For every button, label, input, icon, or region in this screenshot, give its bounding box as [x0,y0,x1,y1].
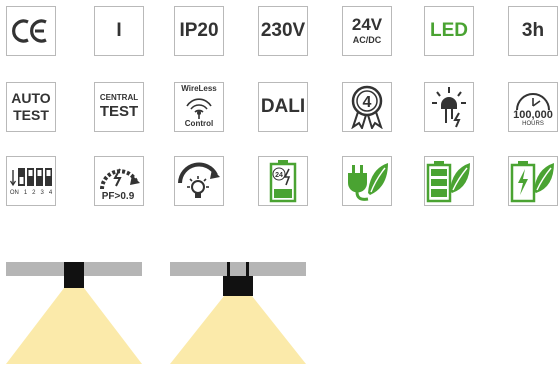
surface-mount-diagram [6,262,142,364]
duration-label: 3h [521,20,545,41]
ip-rating-label: IP20 [179,20,219,41]
eco-plug-icon [348,163,388,201]
pendant-mount-illustration [170,262,306,370]
dali-label: DALI [260,96,306,117]
auto-test-tile: AUTO TEST [6,82,56,132]
battery-backup-icon: 24 [269,160,297,203]
class-one-tile: I [94,6,144,56]
dip-switch-icon [9,168,52,187]
eco-plug-tile [342,156,392,206]
auto-test-top: AUTO [11,90,51,107]
dc-voltage-label: 24V [351,15,383,35]
dip-label-2: 2 [32,190,36,196]
pendant-mount-diagram [170,262,306,364]
motion-sensor-icon [432,87,466,128]
led-tile: LED [424,6,474,56]
dc-voltage-sub: AC/DC [352,35,382,46]
central-test-bottom: TEST [99,103,139,121]
dip-switch-labels: ON 1 2 3 4 [10,190,52,196]
dali-tile: DALI [258,82,308,132]
central-test-tile: CENTRAL TEST [94,82,144,132]
lifetime-hours-label: HOURS [522,120,544,127]
class-one-label: I [116,20,122,41]
voltage-label: 230V [260,20,306,41]
dip-label-on: ON [9,190,19,196]
dimming-bulb-icon [178,162,220,198]
wireless-control-tile: WireLess Control [174,82,224,132]
power-factor-icon: PF>0.9 [100,168,140,202]
clock-icon [516,92,550,110]
eco-battery-tile [424,156,474,206]
dimming-tile [174,156,224,206]
surface-mount-illustration [6,262,142,370]
eco-charge-icon [510,161,554,203]
central-test-top: CENTRAL [99,92,139,102]
duration-tile: 3h [508,6,558,56]
fixture-body [64,262,84,288]
dip-label-3: 3 [40,190,44,196]
fixture-body [223,276,253,296]
voltage-tile: 230V [258,6,308,56]
led-label: LED [430,20,468,41]
lifetime-hours-tile: 100,000 HOURS [508,82,558,132]
warranty-years: 4 [363,94,372,111]
wireless-label: WireLess [181,84,217,93]
power-factor-tile: PF>0.9 [94,156,144,206]
suspension-wire-right [246,262,249,276]
ceiling-bar [170,262,306,276]
suspension-wire-left [227,262,230,276]
eco-battery-icon [426,161,470,203]
auto-test-bottom: TEST [13,107,49,123]
warranty-tile: 4 [342,82,392,132]
battery-backup-tile: 24 [258,156,308,206]
warranty-badge-icon: 4 [351,85,383,129]
wireless-control-label: Control [184,119,214,128]
ip-rating-tile: IP20 [174,6,224,56]
dc-voltage-tile: 24V AC/DC [342,6,392,56]
motion-sensor-tile [424,82,474,132]
ce-mark-icon [12,19,47,43]
power-factor-label: PF>0.9 [102,191,135,202]
light-cone [6,288,142,364]
eco-charge-tile [508,156,558,206]
dip-label-1: 1 [23,190,28,196]
light-cone [170,296,306,364]
lifetime-hours-value: 100,000 [513,108,553,121]
dip-label-4: 4 [48,190,53,196]
ce-mark-tile [6,6,56,56]
dip-switch-tile: ON 1 2 3 4 [6,156,56,206]
wireless-signal-icon [186,98,212,119]
battery-hours: 24 [275,172,283,179]
